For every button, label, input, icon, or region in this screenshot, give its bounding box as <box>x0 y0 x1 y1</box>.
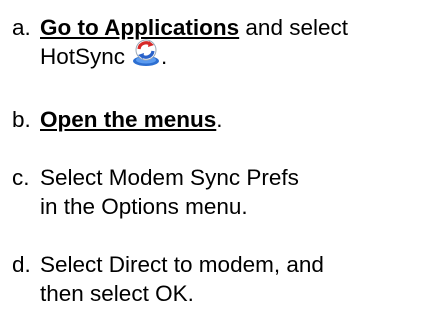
step-body: Open the menus. <box>40 105 422 134</box>
step-text: HotSync <box>40 44 126 69</box>
step-text: . <box>216 107 223 132</box>
step-text: . <box>161 44 168 69</box>
instruction-steps: a. Go to Applications and select HotSync … <box>0 0 427 319</box>
step-text: Select Direct to modem, and then select … <box>40 252 324 306</box>
step-marker: c. <box>12 165 30 190</box>
step-a: a. Go to Applications and select HotSync … <box>12 13 422 74</box>
step-marker: a. <box>12 15 31 40</box>
step-text: and select <box>239 15 348 40</box>
hotsync-icon <box>131 37 161 74</box>
step-d: d. Select Direct to modem, and then sele… <box>12 250 422 308</box>
open-the-menus-link[interactable]: Open the menus <box>40 107 216 132</box>
step-b: b. Open the menus. <box>12 105 422 134</box>
step-marker: d. <box>12 252 31 277</box>
step-c: c. Select Modem Sync Prefs in the Option… <box>12 163 422 221</box>
step-body: Go to Applications and select HotSync . <box>40 13 422 74</box>
step-text: Select Modem Sync Prefs in the Options m… <box>40 165 299 219</box>
step-marker: b. <box>12 107 31 132</box>
